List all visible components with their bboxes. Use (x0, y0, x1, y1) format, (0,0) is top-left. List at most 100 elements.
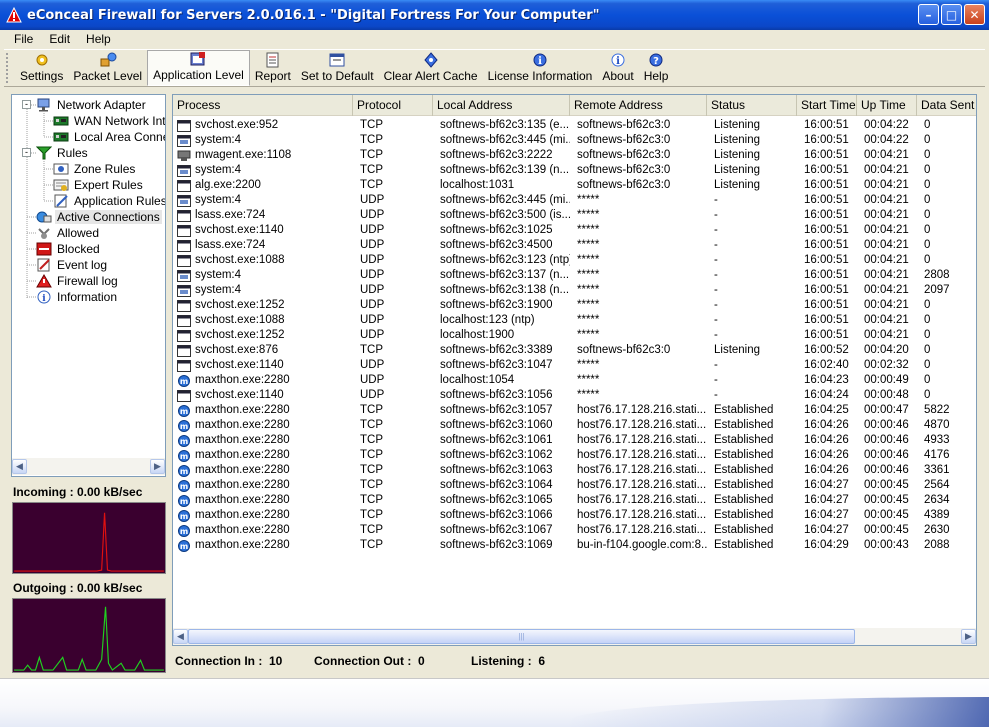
table-row[interactable]: m maxthon.exe:2280 TCP softnews-bf62c3:1069… (173, 538, 976, 553)
information-icon: i (36, 290, 52, 304)
tree-item-blocked[interactable]: Blocked (36, 241, 102, 257)
column-header-data-sent[interactable]: Data Sent (917, 95, 976, 116)
table-row[interactable]: system:4 UDP softnews-bf62c3:138 (n... ****… (173, 283, 976, 298)
table-row[interactable]: m maxthon.exe:2280 UDP localhost:1054 ***** -… (173, 373, 976, 388)
list-horizontal-scrollbar[interactable]: ◀ ||| ▶ (173, 628, 976, 645)
cell-remote-address: softnews-bf62c3:0 (577, 164, 671, 176)
table-row[interactable]: m maxthon.exe:2280 TCP softnews-bf62c3:1061… (173, 433, 976, 448)
cell-remote-address: ***** (577, 299, 600, 311)
cell-protocol: TCP (360, 419, 383, 431)
collapse-toggle[interactable]: - (22, 148, 31, 157)
tree-item-event-log[interactable]: Event log (36, 257, 109, 273)
about-button[interactable]: i About (597, 50, 638, 86)
process-icon (177, 284, 195, 297)
column-header-process[interactable]: Process (173, 95, 353, 116)
menu-help[interactable]: Help (78, 32, 119, 46)
table-row[interactable]: lsass.exe:724 UDP softnews-bf62c3:4500 ****… (173, 238, 976, 253)
table-row[interactable]: alg.exe:2200 TCP localhost:1031 softnews-bf… (173, 178, 976, 193)
table-row[interactable]: svchost.exe:1140 UDP softnews-bf62c3:1047 *… (173, 358, 976, 373)
column-header-start-time[interactable]: Start Time (797, 95, 857, 116)
cell-local-address: softnews-bf62c3:137 (n... (440, 269, 570, 281)
cell-data-sent: 0 (924, 329, 931, 341)
toolbar-grip[interactable] (6, 53, 11, 83)
table-row[interactable]: svchost.exe:876 TCP softnews-bf62c3:3389 so… (173, 343, 976, 358)
table-row[interactable]: system:4 TCP softnews-bf62c3:139 (n... soft… (173, 163, 976, 178)
cell-process: mwagent.exe:1108 (173, 148, 353, 163)
tree-item-network-adapter[interactable]: Network Adapter (36, 97, 148, 113)
column-header-local-address[interactable]: Local Address (433, 95, 570, 116)
scroll-right-button[interactable]: ▶ (150, 459, 165, 474)
maximize-button[interactable]: □ (941, 4, 962, 25)
tree-item-firewall-log[interactable]: Firewall log (36, 273, 120, 289)
filter-icon (36, 146, 52, 160)
table-row[interactable]: svchost.exe:1252 UDP localhost:1900 ***** - 1… (173, 328, 976, 343)
table-row[interactable]: lsass.exe:724 UDP softnews-bf62c3:500 (is.… (173, 208, 976, 223)
column-header-status[interactable]: Status (707, 95, 797, 116)
table-row[interactable]: svchost.exe:1088 UDP localhost:123 (ntp) **… (173, 313, 976, 328)
process-icon: m (177, 539, 195, 552)
cell-data-sent: 2097 (924, 284, 950, 296)
tree-item-application-rules[interactable]: Application Rules (53, 193, 165, 209)
cell-start-time: 16:02:40 (804, 359, 849, 371)
cell-local-address: softnews-bf62c3:1061 (440, 434, 553, 446)
tree-item-expert-rules[interactable]: Expert Rules (53, 177, 145, 193)
cell-status: - (714, 224, 718, 236)
list-scroll-right-button[interactable]: ▶ (961, 629, 976, 644)
title-bar: eConceal Firewall for Servers 2.0.016.1 … (0, 0, 989, 30)
table-row[interactable]: svchost.exe:1088 UDP softnews-bf62c3:123 (… (173, 253, 976, 268)
table-row[interactable]: system:4 UDP softnews-bf62c3:137 (n... ****… (173, 268, 976, 283)
table-row[interactable]: system:4 UDP softnews-bf62c3:445 (mi... ***… (173, 193, 976, 208)
table-row[interactable]: m maxthon.exe:2280 TCP softnews-bf62c3:1065… (173, 493, 976, 508)
collapse-toggle[interactable]: - (22, 100, 31, 109)
table-row[interactable]: m maxthon.exe:2280 TCP softnews-bf62c3:1066… (173, 508, 976, 523)
application-level-button[interactable]: Application Level (147, 50, 250, 86)
column-header-remote-address[interactable]: Remote Address (570, 95, 707, 116)
cell-status: Established (714, 404, 774, 416)
tree-item-zone-rules[interactable]: Zone Rules (53, 161, 137, 177)
settings-button[interactable]: Settings (15, 50, 68, 86)
column-header-protocol[interactable]: Protocol (353, 95, 433, 116)
list-scroll-left-button[interactable]: ◀ (173, 629, 188, 644)
scroll-left-button[interactable]: ◀ (12, 459, 27, 474)
table-row[interactable]: system:4 TCP softnews-bf62c3:445 (mi... sof… (173, 133, 976, 148)
table-row[interactable]: m maxthon.exe:2280 TCP softnews-bf62c3:1067… (173, 523, 976, 538)
packet-level-button[interactable]: Packet Level (68, 50, 147, 86)
table-row[interactable]: m maxthon.exe:2280 TCP softnews-bf62c3:1062… (173, 448, 976, 463)
tree-item-information[interactable]: i Information (36, 289, 119, 305)
process-icon: m (177, 524, 195, 537)
cell-status: Established (714, 524, 774, 536)
table-row[interactable]: svchost.exe:1252 UDP softnews-bf62c3:1900 *… (173, 298, 976, 313)
table-row[interactable]: m maxthon.exe:2280 TCP softnews-bf62c3:1057… (173, 403, 976, 418)
table-row[interactable]: svchost.exe:1140 UDP softnews-bf62c3:1025 *… (173, 223, 976, 238)
process-name: maxthon.exe:2280 (195, 479, 290, 491)
tree-item-rules[interactable]: Rules (36, 145, 90, 161)
table-row[interactable]: m maxthon.exe:2280 TCP softnews-bf62c3:1063… (173, 463, 976, 478)
tree-item-allowed[interactable]: Allowed (36, 225, 101, 241)
cell-process: system:4 (173, 163, 353, 178)
table-row[interactable]: svchost.exe:1140 UDP softnews-bf62c3:1056 *… (173, 388, 976, 403)
cell-data-sent: 0 (924, 314, 931, 326)
cell-protocol: UDP (360, 209, 385, 221)
process-name: system:4 (195, 284, 242, 296)
clear-alert-cache-button[interactable]: Clear Alert Cache (379, 50, 483, 86)
table-row[interactable]: svchost.exe:952 TCP softnews-bf62c3:135 (e… (173, 118, 976, 133)
minimize-button[interactable]: – (918, 4, 939, 25)
set-to-default-button[interactable]: Set to Default (296, 50, 379, 86)
table-row[interactable]: mwagent.exe:1108 TCP softnews-bf62c3:2222 s… (173, 148, 976, 163)
table-row[interactable]: m maxthon.exe:2280 TCP softnews-bf62c3:1064… (173, 478, 976, 493)
tree-item-local-area-connec[interactable]: Local Area Connec (53, 129, 165, 145)
report-button[interactable]: Report (250, 50, 296, 86)
tree-horizontal-scrollbar[interactable]: ◀ ▶ (12, 458, 165, 475)
menu-file[interactable]: File (6, 32, 41, 46)
tree-item-wan-network-inte[interactable]: WAN Network Inte (53, 113, 165, 129)
help-button[interactable]: ? Help (639, 50, 674, 86)
table-row[interactable]: m maxthon.exe:2280 TCP softnews-bf62c3:1060… (173, 418, 976, 433)
cell-protocol: UDP (360, 374, 385, 386)
close-button[interactable]: ✕ (964, 4, 985, 25)
menu-edit[interactable]: Edit (41, 32, 78, 46)
column-header-up-time[interactable]: Up Time (857, 95, 917, 116)
license-information-button[interactable]: i License Information (483, 50, 598, 86)
process-icon: m (177, 419, 195, 432)
list-scroll-thumb[interactable]: ||| (188, 629, 855, 644)
tree-item-active-connections[interactable]: Active Connections (36, 209, 162, 225)
